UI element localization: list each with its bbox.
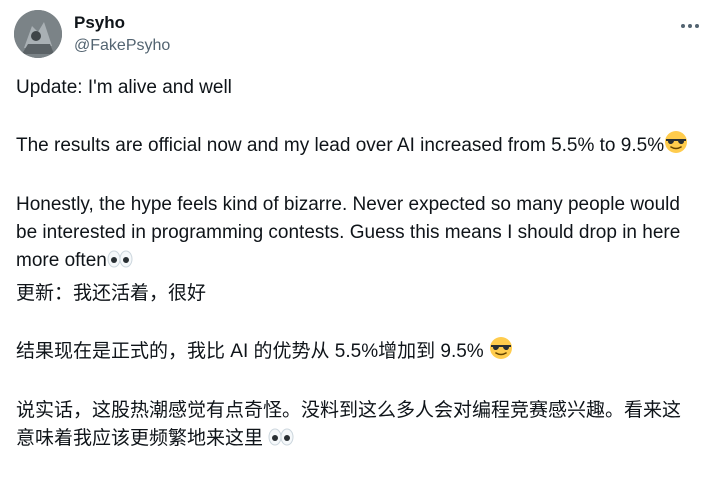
tweet-header: Psyho @FakePsyho	[14, 10, 702, 60]
results-zh-text: 结果现在是正式的，我比 AI 的优势从 5.5%增加到 9.5%	[16, 341, 489, 362]
more-icon[interactable]	[678, 14, 702, 38]
eyes-emoji-icon-zh	[268, 427, 294, 456]
sunglasses-emoji-icon	[664, 130, 688, 163]
avatar-image	[14, 10, 62, 58]
update-zh-text: 更新：我还活着，很好	[16, 283, 207, 304]
avatar[interactable]	[14, 10, 62, 58]
paragraph-hype: Honestly, the hype feels kind of bizarre…	[16, 191, 696, 278]
results-text: The results are official now and my lead…	[16, 135, 665, 156]
author-handle[interactable]: @FakePsyho	[74, 37, 170, 55]
author-name[interactable]: Psyho	[74, 13, 125, 33]
sunglasses-emoji-icon-zh	[489, 336, 513, 369]
paragraph-results-zh: 结果现在是正式的，我比 AI 的优势从 5.5%增加到 9.5%	[16, 336, 696, 369]
eyes-emoji-icon	[107, 249, 133, 278]
hype-zh-text: 说实话，这股热潮感觉有点奇怪。没料到这么多人会对编程竞赛感兴趣。看来这意味着我应…	[16, 400, 682, 449]
paragraph-results: The results are official now and my lead…	[16, 130, 696, 163]
paragraph-update: Update: I'm alive and well	[16, 74, 696, 102]
tweet-text: Update: I'm alive and well The results a…	[16, 74, 696, 456]
paragraph-hype-zh: 说实话，这股热潮感觉有点奇怪。没料到这么多人会对编程竞赛感兴趣。看来这意味着我应…	[16, 397, 696, 456]
paragraph-update-zh: 更新：我还活着，很好	[16, 280, 696, 308]
update-text: Update: I'm alive and well	[16, 77, 232, 98]
